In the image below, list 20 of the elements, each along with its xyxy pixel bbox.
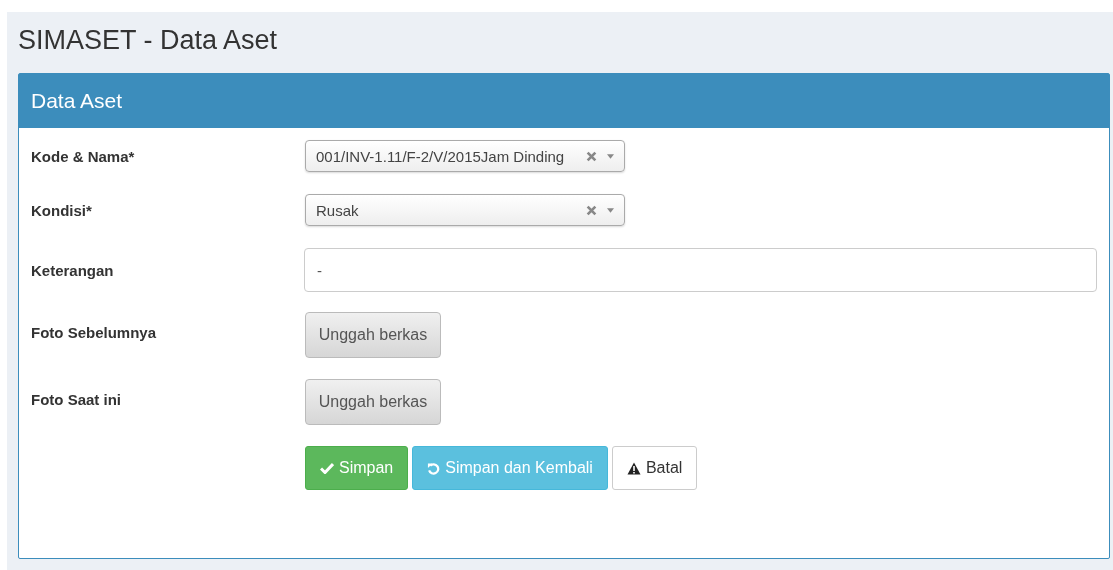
field-label: Kode & Nama* xyxy=(31,147,136,165)
select-field[interactable]: Rusak xyxy=(305,194,625,226)
select-field[interactable]: 001/INV-1.11/F-2/V/2015Jam Dinding xyxy=(305,140,625,172)
field-label: Foto Sebelumnya xyxy=(31,323,158,341)
page-title: SIMASET - Data Aset xyxy=(18,24,279,57)
warning-icon xyxy=(626,461,641,475)
field-label: Kondisi* xyxy=(31,201,93,219)
field-label: Keterangan xyxy=(31,261,115,279)
upload-button[interactable]: Unggah berkas xyxy=(305,379,441,425)
caret-icon xyxy=(607,207,614,213)
panel-title: Data Aset xyxy=(31,89,123,113)
check-icon xyxy=(320,462,334,474)
field-label: Foto Saat ini xyxy=(31,390,122,408)
cancel-button[interactable]: Batal xyxy=(611,446,698,490)
clear-icon[interactable] xyxy=(586,150,597,162)
clear-icon[interactable] xyxy=(586,204,597,216)
caret-icon xyxy=(607,153,614,159)
undo-icon xyxy=(427,461,441,475)
input-field[interactable]: - xyxy=(304,248,1097,292)
upload-button[interactable]: Unggah berkas xyxy=(305,312,441,358)
